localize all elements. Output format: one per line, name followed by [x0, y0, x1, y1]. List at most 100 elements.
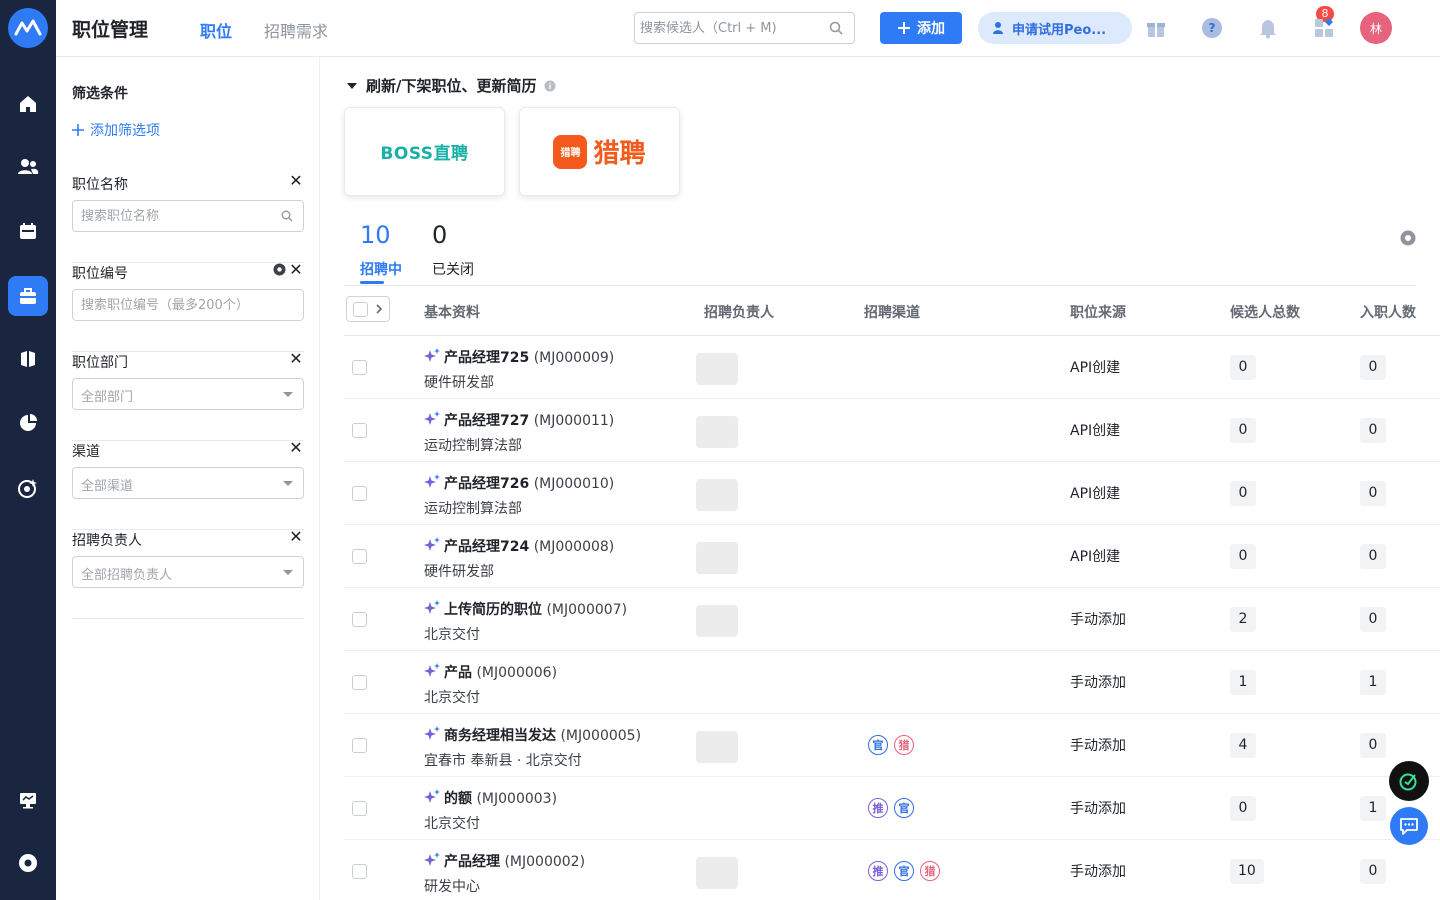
close-icon[interactable]: ✕ — [288, 260, 304, 279]
monitor-icon[interactable] — [8, 780, 48, 820]
position-code-input[interactable] — [73, 290, 273, 320]
close-icon[interactable]: ✕ — [288, 527, 304, 546]
table-row[interactable]: 上传简历的职位 (MJ000007) 北京交付 手动添加 2 0 — [344, 588, 1440, 651]
briefcase-icon[interactable] — [8, 276, 48, 316]
recruiter-select[interactable]: 全部招聘负责人 — [72, 556, 304, 588]
position-name-input[interactable] — [73, 201, 273, 231]
position-name: 的额 — [444, 791, 472, 807]
candidate-count[interactable]: 0 — [1230, 418, 1256, 443]
position-title[interactable]: 产品经理 (MJ000002) — [444, 851, 585, 871]
boss-card[interactable]: BOSS直聘 — [344, 107, 505, 196]
position-name-field[interactable] — [72, 200, 304, 232]
table-row[interactable]: 商务经理相当发达 (MJ000005) 宜春市 奉新县 · 北京交付 官猎 手动添加 4… — [344, 714, 1440, 777]
position-title[interactable]: 产品经理725 (MJ000009) — [444, 347, 614, 367]
apps-grid-icon[interactable] — [1312, 16, 1336, 40]
filter-position-name: 职位名称 ✕ — [72, 171, 304, 263]
candidate-count[interactable]: 1 — [1230, 670, 1256, 695]
row-checkbox[interactable] — [352, 423, 367, 438]
table-row[interactable]: 产品经理 (MJ000002) 研发中心 推官猎 手动添加 10 0 — [344, 840, 1440, 900]
position-title[interactable]: 商务经理相当发达 (MJ000005) — [444, 725, 641, 745]
select-all-checkbox[interactable] — [353, 301, 368, 317]
candidate-search[interactable] — [634, 12, 855, 44]
channel-select[interactable]: 全部渠道 — [72, 467, 304, 499]
refresh-section-header[interactable]: 刷新/下架职位、更新简历 — [346, 75, 556, 96]
row-checkbox[interactable] — [352, 738, 367, 753]
row-checkbox[interactable] — [352, 612, 367, 627]
settings-icon[interactable] — [1400, 230, 1416, 246]
position-title[interactable]: 产品经理727 (MJ000011) — [444, 410, 614, 430]
ai-assistant-button[interactable] — [1389, 761, 1429, 801]
chat-button[interactable] — [1390, 807, 1428, 845]
people-icon[interactable] — [8, 147, 48, 187]
position-title[interactable]: 产品 (MJ000006) — [444, 662, 557, 682]
row-checkbox[interactable] — [352, 801, 367, 816]
app-logo[interactable] — [8, 8, 48, 48]
close-icon[interactable]: ✕ — [288, 349, 304, 368]
position-code-field[interactable] — [72, 289, 304, 321]
candidate-count[interactable]: 2 — [1230, 607, 1256, 632]
hired-count[interactable]: 0 — [1360, 355, 1386, 380]
department-select-value: 全部部门 — [81, 390, 134, 405]
close-icon[interactable]: ✕ — [288, 438, 304, 457]
column-header: 招聘负责人 — [704, 305, 774, 321]
hired-count[interactable]: 0 — [1360, 733, 1386, 758]
position-title[interactable]: 产品经理724 (MJ000008) — [444, 536, 614, 556]
close-icon[interactable]: ✕ — [288, 171, 304, 190]
row-checkbox[interactable] — [352, 864, 367, 879]
hired-count[interactable]: 0 — [1360, 859, 1386, 884]
candidate-count[interactable]: 10 — [1230, 859, 1264, 884]
candidate-count[interactable]: 0 — [1230, 481, 1256, 506]
candidate-count[interactable]: 4 — [1230, 733, 1256, 758]
calendar-icon[interactable] — [8, 211, 48, 251]
table-row[interactable]: 产品经理724 (MJ000008) 硬件研发部 API创建 0 0 — [344, 525, 1440, 588]
tab-hiring-demand[interactable]: 招聘需求 — [264, 18, 328, 42]
hired-count[interactable]: 1 — [1360, 670, 1386, 695]
table-row[interactable]: 产品 (MJ000006) 北京交付 手动添加 1 1 — [344, 651, 1440, 714]
candidate-count[interactable]: 0 — [1230, 355, 1256, 380]
hired-count[interactable]: 0 — [1360, 544, 1386, 569]
filter-department: 职位部门 ✕ 全部部门 — [72, 349, 304, 441]
apply-trial-button[interactable]: 申请试用Peo... — [978, 12, 1132, 44]
help-icon[interactable]: ? — [1200, 16, 1224, 40]
home-icon[interactable] — [8, 84, 48, 124]
add-button[interactable]: 添加 — [880, 12, 962, 44]
info-icon — [544, 80, 556, 91]
candidate-search-input[interactable] — [635, 13, 825, 43]
liepin-card[interactable]: 猎聘 猎聘 — [519, 107, 680, 196]
row-checkbox[interactable] — [352, 486, 367, 501]
table-row[interactable]: 产品经理726 (MJ000010) 运动控制算法部 API创建 0 0 — [344, 462, 1440, 525]
position-department: 硬件研发部 — [424, 564, 494, 580]
position-title[interactable]: 产品经理726 (MJ000010) — [444, 473, 614, 493]
search-icon[interactable] — [829, 21, 844, 36]
table-row[interactable]: 产品经理727 (MJ000011) 运动控制算法部 API创建 0 0 — [344, 399, 1440, 462]
select-all-dropdown[interactable] — [346, 296, 390, 322]
position-title[interactable]: 的额 (MJ000003) — [444, 788, 557, 808]
gift-icon[interactable] — [1144, 16, 1168, 40]
settings-icon[interactable] — [8, 843, 48, 883]
pie-chart-icon[interactable] — [8, 403, 48, 443]
row-checkbox[interactable] — [352, 675, 367, 690]
department-select[interactable]: 全部部门 — [72, 378, 304, 410]
add-filter-button[interactable]: 添加筛选项 — [72, 120, 160, 140]
book-icon[interactable] — [8, 339, 48, 379]
stat-recruiting[interactable]: 10 招聘中 — [360, 221, 402, 281]
target-icon[interactable] — [8, 468, 48, 508]
settings-icon[interactable] — [273, 263, 286, 276]
bell-icon[interactable] — [1256, 16, 1280, 40]
position-title[interactable]: 上传简历的职位 (MJ000007) — [444, 599, 627, 619]
hired-count[interactable]: 0 — [1360, 607, 1386, 632]
hired-count[interactable]: 0 — [1360, 418, 1386, 443]
candidate-count[interactable]: 0 — [1230, 544, 1256, 569]
row-checkbox[interactable] — [352, 360, 367, 375]
tab-positions[interactable]: 职位 — [200, 18, 232, 42]
table-row[interactable]: 产品经理725 (MJ000009) 硬件研发部 API创建 0 0 — [344, 336, 1440, 399]
stat-closed[interactable]: 0 已关闭 — [432, 221, 474, 281]
position-source: API创建 — [1070, 423, 1121, 439]
avatar[interactable]: 林 — [1360, 12, 1392, 44]
hired-count[interactable]: 0 — [1360, 481, 1386, 506]
sparkle-icon — [424, 411, 440, 425]
row-checkbox[interactable] — [352, 549, 367, 564]
table-row[interactable]: 的额 (MJ000003) 北京交付 推官 手动添加 0 1 — [344, 777, 1440, 840]
candidate-count[interactable]: 0 — [1230, 796, 1256, 821]
hired-count[interactable]: 1 — [1360, 796, 1386, 821]
